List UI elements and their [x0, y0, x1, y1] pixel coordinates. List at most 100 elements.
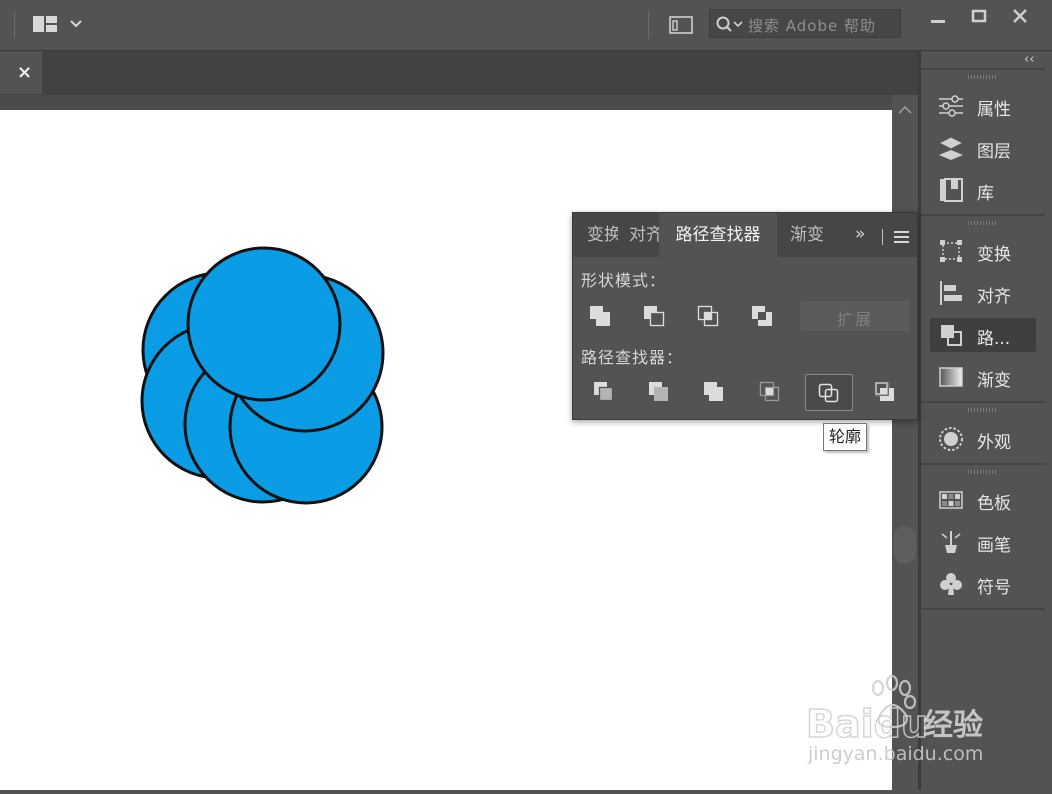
- shape-modes-heading: 形状模式：: [581, 271, 667, 290]
- dock-item-label: 属性: [977, 100, 1011, 120]
- dock-item-layers[interactable]: 图层: [930, 131, 1036, 165]
- minus-front-button[interactable]: [637, 301, 673, 331]
- crop-icon: [759, 381, 780, 402]
- dock-item-label: 对齐: [977, 287, 1011, 307]
- dock-item-label: 渐变: [977, 371, 1011, 391]
- tab-align[interactable]: 对齐: [629, 213, 660, 257]
- crop-button[interactable]: [753, 377, 789, 407]
- dock-group-grip[interactable]: [968, 221, 996, 225]
- watermark-brand: Baidu: [806, 702, 928, 746]
- expand-button[interactable]: 扩展: [800, 301, 910, 331]
- trim-icon: [649, 382, 668, 401]
- outline-button[interactable]: [805, 374, 853, 411]
- close-window-button[interactable]: [1000, 4, 1040, 30]
- properties-sliders-icon: [939, 95, 963, 117]
- dock-item-label: 外观: [977, 433, 1011, 453]
- dock-group-grip[interactable]: [968, 408, 996, 412]
- dock-item-label: 库: [977, 184, 994, 204]
- workspace-switcher-button[interactable]: [30, 12, 86, 36]
- dock-divider: [921, 608, 1045, 610]
- canvas-top-strip: [0, 95, 892, 110]
- watermark-url: jingyan.baidu.com: [807, 743, 983, 765]
- tab-pathfinder[interactable]: 路径查找器: [659, 213, 777, 257]
- minimize-button[interactable]: [918, 4, 958, 30]
- minimize-icon: [931, 20, 945, 23]
- dock-item-label: 色板: [977, 494, 1011, 514]
- merge-button[interactable]: [697, 377, 733, 407]
- tab-divider: [882, 229, 883, 245]
- tab-gradient[interactable]: 渐变: [790, 213, 823, 257]
- scrollbar-thumb[interactable]: [894, 526, 916, 564]
- dock-item-label: 符号: [977, 578, 1011, 598]
- dock-item-properties[interactable]: 属性: [930, 89, 1036, 123]
- dock-item-pathfinder[interactable]: 路...: [930, 318, 1036, 352]
- divide-icon: [594, 382, 614, 402]
- dock-item-label: 变换: [977, 245, 1011, 265]
- close-tab-button[interactable]: ×: [17, 62, 32, 83]
- help-search-input[interactable]: 搜索 Adobe 帮助: [709, 9, 901, 38]
- dock-item-align[interactable]: 对齐: [930, 276, 1036, 310]
- dock-item-gradient[interactable]: 渐变: [930, 360, 1036, 394]
- panel-menu-button[interactable]: [893, 228, 911, 246]
- minus-front-icon: [644, 306, 665, 327]
- symbols-icon: [940, 573, 962, 595]
- exclude-icon: [752, 306, 772, 326]
- dock-item-label: 画笔: [977, 536, 1011, 556]
- maximize-icon: [971, 9, 987, 23]
- arrange-documents-icon: [669, 16, 693, 34]
- tab-transform[interactable]: 变换: [587, 213, 618, 257]
- trim-button[interactable]: [642, 377, 678, 407]
- minus-back-button[interactable]: [868, 377, 904, 407]
- unite-button[interactable]: [583, 301, 619, 331]
- pathfinder-icon: [941, 325, 962, 346]
- dock-group-grip[interactable]: [968, 470, 996, 474]
- dock-divider: [921, 214, 1045, 216]
- watermark-product: 经验: [923, 708, 983, 743]
- dock-divider: [921, 463, 1045, 465]
- exclude-button[interactable]: [745, 301, 781, 331]
- intersect-icon: [697, 305, 719, 327]
- maximize-button[interactable]: [959, 4, 999, 30]
- blue-circle-shape[interactable]: [186, 246, 342, 402]
- panel-overflow-button[interactable]: »: [855, 224, 865, 244]
- gradient-icon: [939, 367, 963, 387]
- intersect-button[interactable]: [691, 301, 727, 331]
- dock-item-transform[interactable]: 变换: [930, 234, 1036, 268]
- baidu-logo: Baidu 经验 jingyan.baidu.com: [805, 674, 983, 765]
- scroll-up-icon[interactable]: [892, 100, 918, 120]
- outline-icon: [818, 383, 839, 403]
- document-tab[interactable]: ×: [0, 51, 42, 94]
- brushes-icon: [941, 531, 961, 553]
- dock-item-libraries[interactable]: 库: [930, 173, 1036, 207]
- layers-icon: [938, 136, 964, 160]
- appearance-icon: [939, 427, 963, 451]
- align-icon: [940, 281, 962, 305]
- chevron-down-icon: [70, 20, 82, 28]
- libraries-icon: [940, 178, 963, 202]
- divide-button[interactable]: [587, 377, 623, 407]
- merge-icon: [704, 382, 723, 401]
- minus-back-icon: [874, 381, 894, 401]
- arrange-documents-button[interactable]: [668, 14, 694, 36]
- expand-label: 扩展: [836, 310, 873, 329]
- close-icon: [1013, 9, 1027, 23]
- dock-item-label: 路...: [977, 329, 1011, 349]
- dock-item-swatches[interactable]: 色板: [930, 483, 1036, 517]
- outline-tooltip: 轮廓: [823, 423, 868, 451]
- dock-item-label: 图层: [977, 142, 1011, 162]
- swatches-icon: [939, 491, 963, 509]
- toolbar-divider: [648, 11, 649, 39]
- dock-item-appearance[interactable]: 外观: [930, 422, 1036, 456]
- pathfinders-heading: 路径查找器：: [581, 348, 684, 367]
- search-placeholder: 搜索 Adobe 帮助: [748, 17, 876, 35]
- dock-divider: [921, 401, 1045, 403]
- dock-group-grip[interactable]: [968, 75, 996, 79]
- unite-icon: [590, 306, 610, 326]
- collapse-dock-button[interactable]: ‹‹: [1024, 52, 1034, 67]
- search-icon: [716, 16, 743, 32]
- workspace-layout-icon: [33, 16, 82, 32]
- dock-item-symbols[interactable]: 符号: [930, 567, 1036, 601]
- transform-icon: [940, 240, 962, 262]
- dock-item-brushes[interactable]: 画笔: [930, 525, 1036, 559]
- toolbar-divider: [14, 11, 15, 39]
